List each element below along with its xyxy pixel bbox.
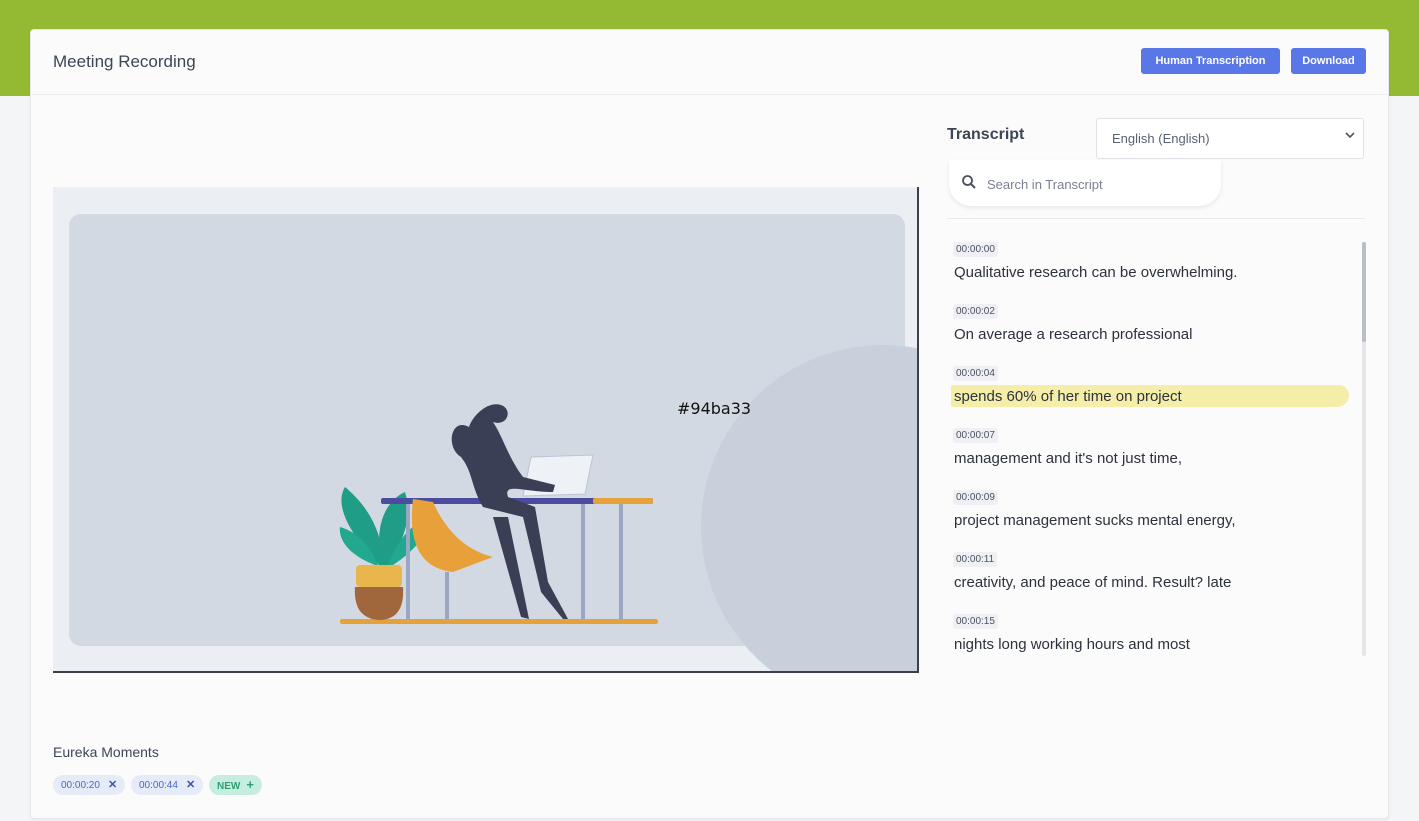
eureka-chip[interactable]: 00:00:20 ✕	[53, 775, 126, 795]
close-icon[interactable]: ✕	[108, 779, 117, 791]
page-title: Meeting Recording	[53, 52, 196, 71]
timestamp[interactable]: 00:00:15	[953, 614, 998, 629]
transcript-list: 00:00:00 Qualitative research can be ove…	[947, 242, 1359, 656]
transcript-entry-highlighted[interactable]: 00:00:04 spends 60% of her time on proje…	[947, 366, 1359, 426]
new-label: NEW	[217, 781, 241, 792]
transcript-heading: Transcript	[947, 126, 1025, 143]
video-overlay-text: #94ba33	[677, 399, 752, 418]
timestamp[interactable]: 00:00:04	[953, 366, 998, 381]
transcript-entry[interactable]: 00:00:02 On average a research professio…	[947, 304, 1359, 364]
transcript-entry[interactable]: 00:00:15 nights long working hours and m…	[947, 614, 1359, 656]
transcript-entry[interactable]: 00:00:11 creativity, and peace of mind. …	[947, 552, 1359, 612]
transcript-entry[interactable]: 00:00:07 management and it's not just ti…	[947, 428, 1359, 488]
transcript-text: On average a research professional	[954, 326, 1193, 343]
transcript-entry[interactable]: 00:00:00 Qualitative research can be ove…	[947, 242, 1359, 302]
eureka-time[interactable]: 00:00:20	[61, 780, 100, 791]
language-value: English (English)	[1112, 131, 1210, 146]
eureka-heading: Eureka Moments	[53, 744, 159, 760]
recording-card: Meeting Recording Human Transcription Do…	[30, 29, 1389, 819]
plus-icon: +	[246, 777, 254, 792]
transcript-entry[interactable]: 00:00:09 project management sucks mental…	[947, 490, 1359, 550]
transcript-text: spends 60% of her time on project	[954, 388, 1182, 405]
download-button[interactable]: Download	[1291, 48, 1366, 74]
language-select[interactable]: English (English)	[1096, 118, 1364, 159]
transcript-text: nights long working hours and most	[954, 636, 1190, 653]
transcript-text: Qualitative research can be overwhelming…	[954, 264, 1238, 281]
video-frame-illustration	[69, 214, 917, 671]
human-transcription-button[interactable]: Human Transcription	[1141, 48, 1280, 74]
transcript-scrollbar[interactable]	[1362, 242, 1366, 656]
search-input[interactable]	[985, 172, 1209, 196]
divider	[947, 218, 1365, 219]
transcript-text: management and it's not just time,	[954, 450, 1182, 467]
timestamp[interactable]: 00:00:02	[953, 304, 998, 319]
card-header: Meeting Recording Human Transcription Do…	[31, 30, 1388, 95]
video-player[interactable]: #94ba33	[53, 187, 919, 673]
transcript-search	[949, 160, 1221, 206]
eureka-chip[interactable]: 00:00:44 ✕	[131, 775, 204, 795]
transcript-text: project management sucks mental energy,	[954, 512, 1236, 529]
chevron-down-icon	[1345, 129, 1355, 143]
search-icon	[961, 174, 977, 190]
scrollbar-thumb[interactable]	[1362, 242, 1366, 342]
timestamp[interactable]: 00:00:07	[953, 428, 998, 443]
eureka-time[interactable]: 00:00:44	[139, 780, 178, 791]
new-eureka-button[interactable]: NEW +	[209, 775, 262, 795]
timestamp[interactable]: 00:00:09	[953, 490, 998, 505]
close-icon[interactable]: ✕	[186, 779, 195, 791]
timestamp[interactable]: 00:00:11	[953, 552, 998, 567]
timestamp[interactable]: 00:00:00	[953, 242, 998, 257]
transcript-text: creativity, and peace of mind. Result? l…	[954, 574, 1232, 591]
